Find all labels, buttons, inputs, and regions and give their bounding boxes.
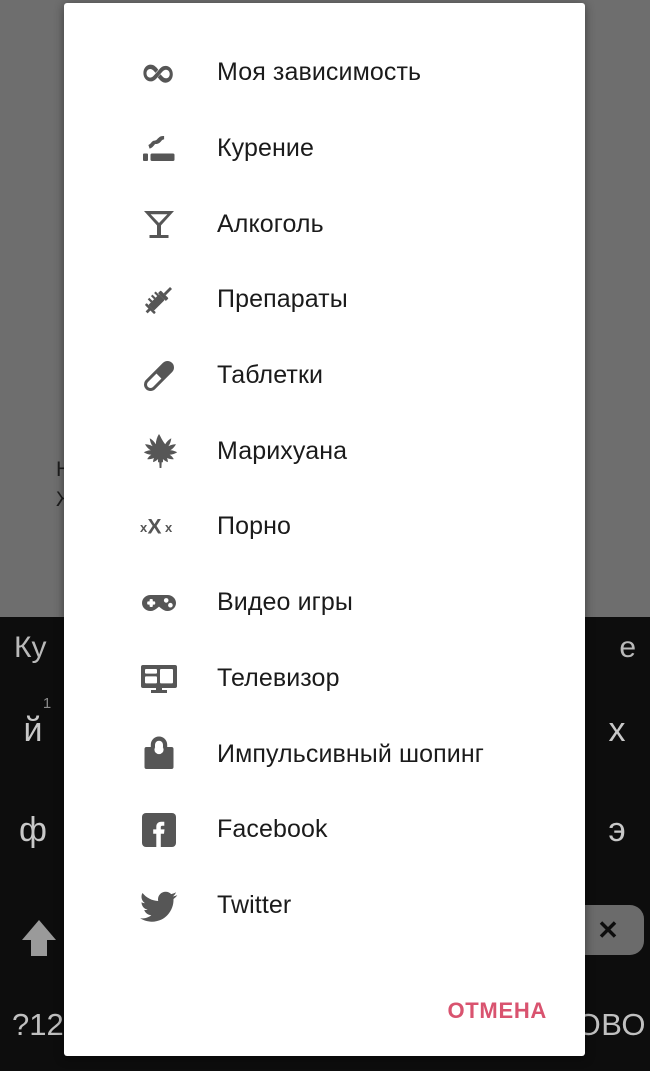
list-item[interactable]: Алкоголь <box>64 186 585 262</box>
key-label: ф <box>19 810 47 849</box>
list-item[interactable]: Телевизор <box>64 641 585 717</box>
svg-text:x: x <box>165 520 173 535</box>
key-label: й <box>23 710 43 749</box>
list-item-label: Курение <box>217 134 314 163</box>
list-item-label: Порно <box>217 512 291 541</box>
cocktail-glass-icon <box>137 202 181 246</box>
key-e[interactable]: э <box>588 785 646 875</box>
infinity-icon <box>137 51 181 95</box>
list-item[interactable]: Курение <box>64 111 585 187</box>
key-ef[interactable]: ф <box>4 785 62 875</box>
list-item[interactable]: Twitter <box>64 868 585 944</box>
list-item-label: Таблетки <box>217 361 324 390</box>
suggestion-left[interactable]: Ку <box>14 631 46 665</box>
list-item[interactable]: Марихуана <box>64 413 585 489</box>
list-item-label: Препараты <box>217 285 348 314</box>
list-item[interactable]: Таблетки <box>64 338 585 414</box>
addiction-list: Моя зависимость Курение Алкоголь Препара… <box>64 35 585 943</box>
television-icon <box>137 656 181 700</box>
pill-capsule-icon <box>137 354 181 398</box>
list-item-label: Марихуана <box>217 436 348 465</box>
symbols-key[interactable]: ?12 <box>12 1007 64 1043</box>
list-item[interactable]: Facebook <box>64 792 585 868</box>
arrow-up-icon <box>22 920 56 956</box>
dialog-action-bar: ОТМЕНА <box>64 988 585 1034</box>
shift-key[interactable] <box>10 905 68 956</box>
list-item-label: Видео игры <box>217 588 353 617</box>
facebook-icon <box>137 808 181 852</box>
suggestion-right[interactable]: е <box>619 631 636 665</box>
key-label: э <box>608 810 626 849</box>
list-item[interactable]: Моя зависимость <box>64 35 585 111</box>
gamepad-icon <box>137 581 181 625</box>
syringe-icon <box>137 278 181 322</box>
cigarette-icon <box>137 127 181 171</box>
list-item-label: Twitter <box>217 890 292 919</box>
twitter-bird-icon <box>137 883 181 927</box>
key-number-label: 1 <box>42 695 52 712</box>
cancel-button[interactable]: ОТМЕНА <box>439 988 555 1034</box>
list-item-label: Алкоголь <box>217 209 324 238</box>
list-item-label: Facebook <box>217 815 328 844</box>
key-ha[interactable]: х <box>588 685 646 775</box>
list-item[interactable]: Видео игры <box>64 565 585 641</box>
list-item-label: Телевизор <box>217 663 340 692</box>
list-item-label: Импульсивный шопинг <box>217 739 484 768</box>
key-label: х <box>608 710 626 749</box>
list-item[interactable]: Импульсивный шопинг <box>64 716 585 792</box>
cannabis-leaf-icon <box>137 429 181 473</box>
list-item[interactable]: x X x Порно <box>64 489 585 565</box>
list-item[interactable]: Препараты <box>64 262 585 338</box>
addiction-picker-dialog: Моя зависимость Курение Алкоголь Препара… <box>64 3 585 1056</box>
shopping-bag-icon <box>137 732 181 776</box>
key-ya[interactable]: 1 й <box>4 685 62 775</box>
list-item-label: Моя зависимость <box>217 58 422 87</box>
xxx-icon: x X x <box>137 505 181 549</box>
svg-text:X: X <box>148 515 162 538</box>
backspace-icon: ✕ <box>597 915 619 945</box>
